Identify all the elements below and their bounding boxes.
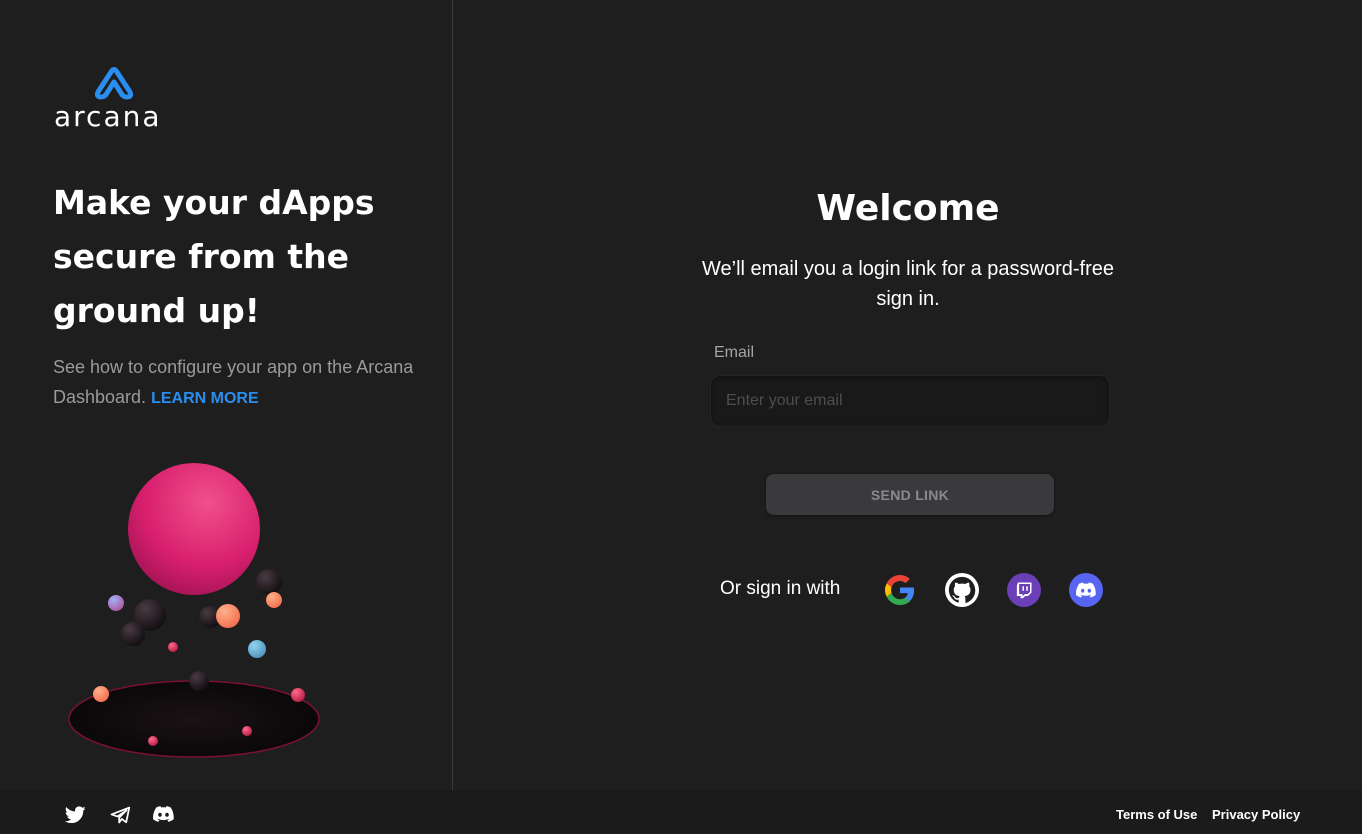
or-sign-in-label: Or sign in with — [720, 578, 841, 599]
discord-icon — [153, 806, 174, 822]
footer: Terms of Use Privacy Policy — [0, 790, 1362, 834]
twitter-icon — [64, 806, 86, 824]
left-panel: arcana Make your dApps secure from the g… — [0, 0, 453, 790]
terms-of-use-link[interactable]: Terms of Use — [1116, 807, 1197, 822]
github-signin-button[interactable] — [945, 573, 979, 607]
logo-wordmark: arcana — [54, 100, 162, 133]
social-signin-row: Or sign in with — [720, 572, 1120, 608]
email-field[interactable] — [710, 375, 1110, 427]
arcana-logo-icon — [94, 67, 134, 100]
login-panel: Welcome We’ll email you a login link for… — [454, 0, 1362, 790]
discord-link[interactable] — [153, 806, 175, 826]
privacy-policy-link[interactable]: Privacy Policy — [1212, 807, 1300, 822]
send-link-button[interactable]: SEND LINK — [766, 474, 1054, 515]
arcana-logo: arcana — [54, 64, 178, 134]
welcome-subtitle: We’ll email you a login link for a passw… — [701, 258, 1115, 310]
telegram-link[interactable] — [110, 806, 132, 826]
spheres-illustration — [68, 463, 320, 758]
welcome-title: Welcome — [816, 188, 1000, 229]
twitch-signin-button[interactable] — [1007, 573, 1041, 607]
email-label: Email — [714, 344, 755, 361]
learn-more-link[interactable]: LEARN MORE — [151, 390, 259, 407]
twitch-icon — [1016, 582, 1032, 599]
twitter-link[interactable] — [64, 806, 87, 826]
discord-icon — [1076, 582, 1096, 598]
telegram-icon — [110, 806, 131, 824]
hero-subtitle: See how to configure your app on the Arc… — [53, 352, 443, 414]
github-icon — [948, 576, 976, 603]
hero-title: Make your dApps secure from the ground u… — [53, 183, 375, 330]
app-root: arcana Make your dApps secure from the g… — [0, 0, 1362, 834]
google-signin-button[interactable] — [883, 573, 917, 607]
google-icon — [885, 575, 915, 605]
discord-signin-button[interactable] — [1069, 573, 1103, 607]
